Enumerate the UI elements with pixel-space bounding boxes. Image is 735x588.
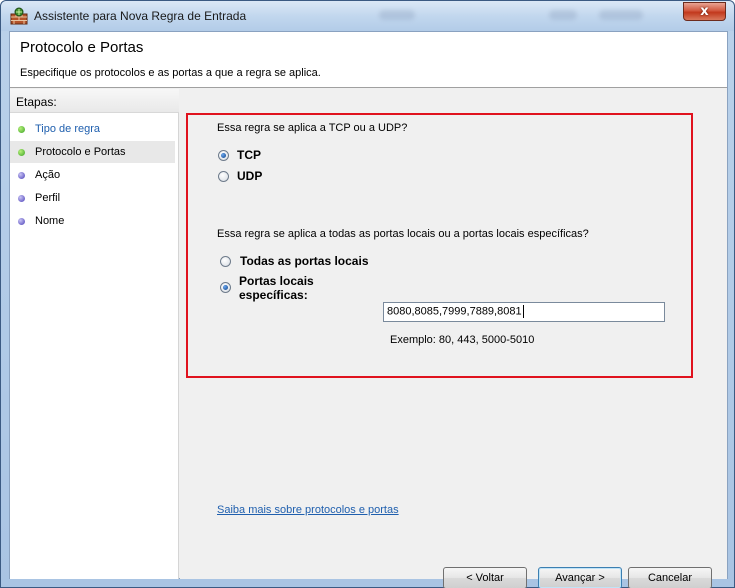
wizard-client-area: Protocolo e Portas Especifique os protoc… <box>9 31 728 588</box>
step-pending-icon <box>18 195 25 202</box>
next-button[interactable]: Avançar > <box>538 567 622 588</box>
cancel-button[interactable]: Cancelar <box>628 567 712 588</box>
step-pending-icon <box>18 218 25 225</box>
close-button[interactable]: x <box>683 2 726 21</box>
step-label: Perfil <box>35 192 61 204</box>
step-label: Tipo de regra <box>35 123 101 135</box>
steps-panel: Etapas: Tipo de regra Protocolo e Portas… <box>10 89 179 579</box>
annotation-highlight-box <box>186 113 693 378</box>
close-icon: x <box>700 4 709 19</box>
back-button[interactable]: < Voltar <box>443 567 527 588</box>
step-tipo-de-regra[interactable]: Tipo de regra <box>10 118 175 140</box>
title-reflection <box>379 10 415 20</box>
step-protocolo-e-portas[interactable]: Protocolo e Portas <box>10 141 175 163</box>
step-complete-icon <box>18 126 25 133</box>
firewall-icon <box>10 7 28 25</box>
step-pending-icon <box>18 172 25 179</box>
learn-more-link[interactable]: Saiba mais sobre protocolos e portas <box>217 504 399 516</box>
title-reflection <box>549 10 577 20</box>
step-current-icon <box>18 149 25 156</box>
step-label: Ação <box>35 169 61 181</box>
step-label: Protocolo e Portas <box>35 146 126 158</box>
page-title: Protocolo e Portas <box>20 39 144 56</box>
step-perfil: Perfil <box>10 187 175 209</box>
page-description: Especifique os protocolos e as portas a … <box>20 67 321 79</box>
window-title: Assistente para Nova Regra de Entrada <box>34 9 247 23</box>
wizard-window: Assistente para Nova Regra de Entrada x … <box>0 0 735 588</box>
steps-title: Etapas: <box>10 89 179 113</box>
step-label: Nome <box>35 215 65 227</box>
step-acao: Ação <box>10 164 175 186</box>
step-nome: Nome <box>10 210 175 232</box>
wizard-header: Protocolo e Portas Especifique os protoc… <box>10 32 727 88</box>
title-reflection <box>599 10 643 20</box>
title-bar[interactable]: Assistente para Nova Regra de Entrada x <box>1 1 734 31</box>
content-panel: Essa regra se aplica a TCP ou a UDP? TCP… <box>180 89 727 588</box>
